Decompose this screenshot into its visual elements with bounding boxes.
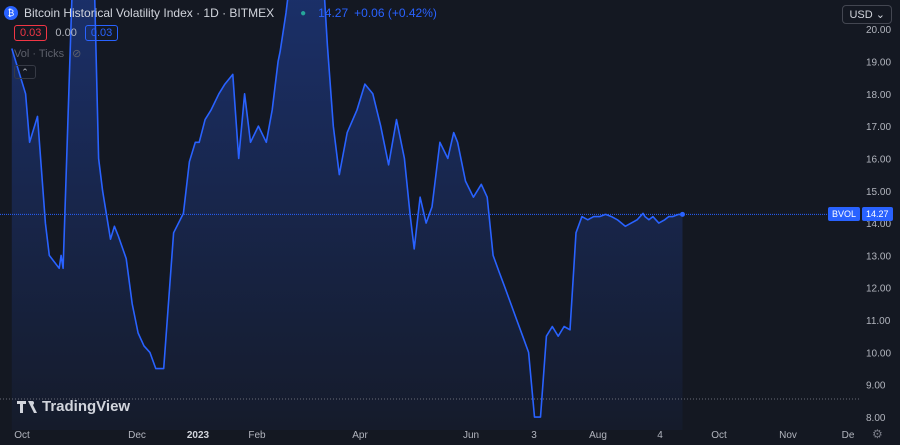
x-tick-label: Nov <box>779 430 797 441</box>
x-tick-label: Apr <box>352 430 368 441</box>
last-point <box>679 211 685 217</box>
indicator-value-1[interactable]: 0.03 <box>14 25 48 41</box>
chart-header: ₿ Bitcoin Historical Volatility Index · … <box>4 4 437 22</box>
volume-label[interactable]: Vol · Ticks <box>14 48 64 60</box>
y-tick-label: 17.00 <box>866 122 891 133</box>
settings-icon[interactable]: ⚙ <box>872 427 886 441</box>
x-tick-label: De <box>842 430 855 441</box>
y-tick-label: 11.00 <box>866 316 891 327</box>
x-tick-label: 3 <box>531 430 537 441</box>
series-area <box>11 0 683 430</box>
collapse-icon[interactable]: ⌃ <box>14 65 36 79</box>
time-axis[interactable]: Oct Dec 2023 Feb Apr Jun 3 Aug 4 Oct Nov De <box>14 430 855 441</box>
indicator-row: 0.03 0.00 0.03 <box>14 25 119 41</box>
y-tick-label: 10.00 <box>866 348 891 359</box>
x-tick-label: Aug <box>589 430 607 441</box>
volume-indicator: Vol · Ticks ⊘ <box>14 47 81 61</box>
x-tick-label: Oct <box>711 430 727 441</box>
y-tick-label: 9.00 <box>866 381 886 392</box>
brand-name: TradingView <box>42 398 131 415</box>
currency-selector[interactable]: USD ⌄ <box>842 5 892 24</box>
x-tick-label: 4 <box>657 430 663 441</box>
x-tick-label: Jun <box>463 430 479 441</box>
eye-off-icon[interactable]: ⊘ <box>72 47 81 60</box>
x-tick-label: Dec <box>128 430 146 441</box>
market-status-icon: ● <box>300 7 307 19</box>
indicator-value-3[interactable]: 0.03 <box>84 25 119 41</box>
price-axis[interactable]: 8.009.0010.0011.0012.0013.0014.0015.0016… <box>866 25 891 424</box>
y-tick-label: 13.00 <box>866 251 891 262</box>
indicator-value-2: 0.00 <box>55 27 77 39</box>
x-tick-label: 2023 <box>187 430 210 441</box>
currency-label: USD <box>849 9 873 21</box>
chart-canvas[interactable]: 8.009.0010.0011.0012.0013.0014.0015.0016… <box>0 0 900 445</box>
tradingview-icon <box>17 400 37 413</box>
x-tick-label: Oct <box>14 430 30 441</box>
symbol-icon: ₿ <box>4 6 18 20</box>
price-tag-symbol: BVOL <box>828 207 861 222</box>
chevron-down-icon: ⌄ <box>875 9 885 21</box>
y-tick-label: 18.00 <box>866 90 891 101</box>
y-tick-label: 12.00 <box>866 284 891 295</box>
y-tick-label: 8.00 <box>866 413 886 424</box>
y-tick-label: 19.00 <box>866 57 891 68</box>
header-price: 14.27 <box>318 6 349 20</box>
header-change: +0.06 (+0.42%) <box>354 6 437 20</box>
y-tick-label: 20.00 <box>866 25 891 36</box>
price-tag-value: 14.27 <box>862 207 893 222</box>
y-tick-label: 16.00 <box>866 154 891 165</box>
x-tick-label: Feb <box>248 430 266 441</box>
symbol-title[interactable]: Bitcoin Historical Volatility Index · 1D… <box>24 6 274 20</box>
tradingview-logo[interactable]: TradingView <box>17 398 130 415</box>
y-tick-label: 15.00 <box>866 187 891 198</box>
